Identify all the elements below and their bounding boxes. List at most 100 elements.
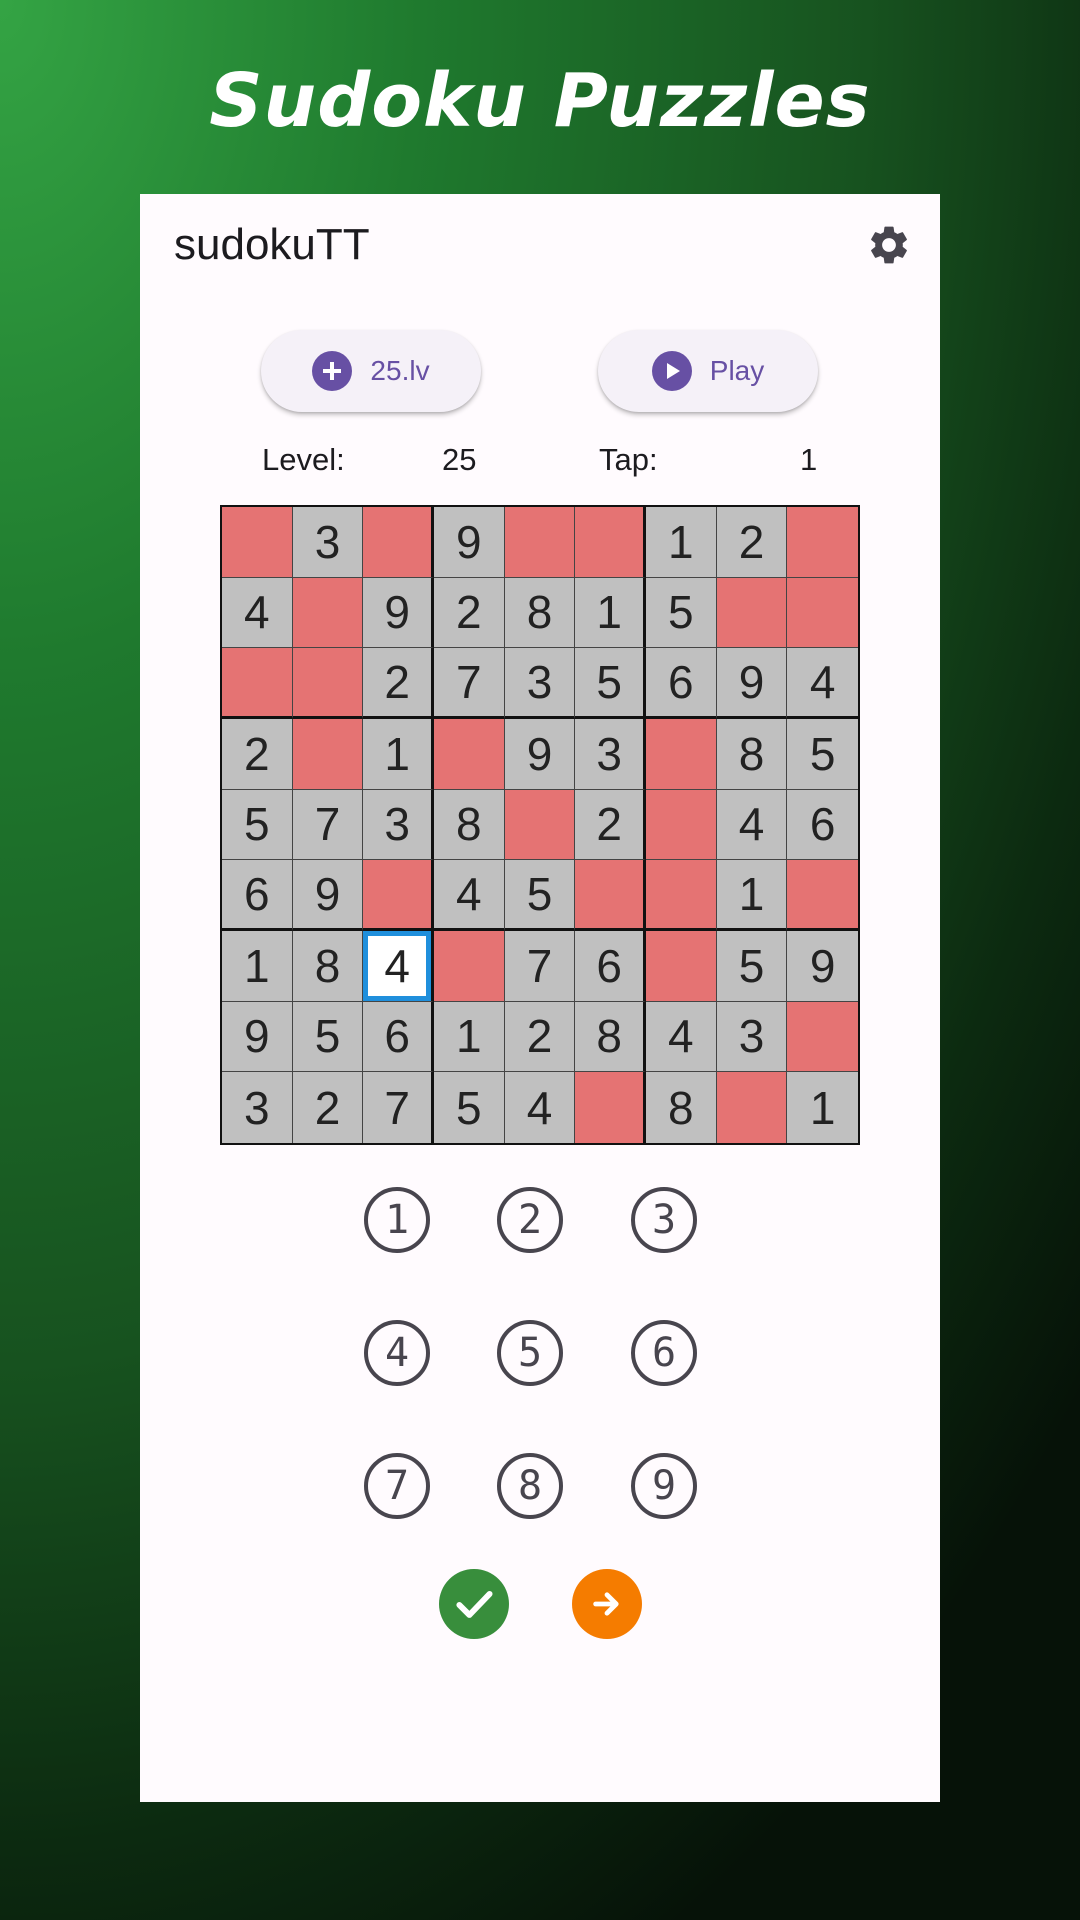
- board-cell[interactable]: 7: [504, 930, 576, 1002]
- board-cell[interactable]: [433, 930, 505, 1002]
- board-cell[interactable]: 1: [575, 577, 646, 649]
- board-cell[interactable]: 4: [222, 577, 293, 649]
- board-cell[interactable]: 7: [292, 789, 364, 861]
- board-cell[interactable]: [292, 718, 364, 790]
- settings-button[interactable]: [866, 222, 912, 268]
- board-cell[interactable]: 6: [787, 789, 858, 861]
- board-cell[interactable]: 2: [363, 648, 434, 719]
- board-cell[interactable]: [504, 507, 576, 578]
- board-cell[interactable]: 8: [645, 1072, 717, 1143]
- board-cell[interactable]: 2: [222, 718, 293, 790]
- board-cell[interactable]: [716, 577, 788, 649]
- board-cell[interactable]: [716, 1072, 788, 1143]
- numpad-button-2[interactable]: 2: [497, 1187, 563, 1253]
- board-cell[interactable]: 2: [504, 1001, 576, 1073]
- board-cell[interactable]: 4: [645, 1001, 717, 1073]
- board-cell[interactable]: 5: [575, 648, 646, 719]
- board-cell[interactable]: [222, 507, 293, 578]
- board-cell[interactable]: 3: [222, 1072, 293, 1143]
- play-circle-icon: [651, 351, 692, 391]
- board-cell[interactable]: 8: [433, 789, 505, 861]
- board-cell[interactable]: 4: [363, 930, 434, 1002]
- numpad-button-8[interactable]: 8: [497, 1453, 563, 1519]
- board-cell[interactable]: 8: [504, 577, 576, 649]
- board-cell[interactable]: [222, 648, 293, 719]
- board-cell[interactable]: 1: [716, 860, 788, 931]
- board-cell[interactable]: 8: [575, 1001, 646, 1073]
- board-cell[interactable]: 9: [363, 577, 434, 649]
- board-cell[interactable]: 6: [575, 930, 646, 1002]
- board-cell[interactable]: [575, 507, 646, 578]
- board-cell[interactable]: 9: [787, 930, 858, 1002]
- board-cell[interactable]: [575, 1072, 646, 1143]
- board-cell[interactable]: 1: [363, 718, 434, 790]
- board-cell[interactable]: 2: [575, 789, 646, 861]
- level-button[interactable]: 25.lv: [261, 330, 481, 412]
- board-cell[interactable]: 5: [433, 1072, 505, 1143]
- board-cell[interactable]: [504, 789, 576, 861]
- numpad-button-9[interactable]: 9: [631, 1453, 697, 1519]
- board-cell[interactable]: 5: [716, 930, 788, 1002]
- board-cell[interactable]: 1: [433, 1001, 505, 1073]
- numpad-button-7[interactable]: 7: [364, 1453, 430, 1519]
- board-cell[interactable]: 9: [433, 507, 505, 578]
- board-cell[interactable]: 5: [787, 718, 858, 790]
- level-label: Level:: [262, 442, 345, 477]
- tap-label: Tap:: [599, 442, 658, 477]
- board-cell[interactable]: 9: [222, 1001, 293, 1073]
- board-cell[interactable]: 9: [292, 860, 364, 931]
- app-title: sudokuTT: [174, 220, 370, 269]
- board-cell[interactable]: [645, 789, 717, 861]
- board-cell[interactable]: [292, 577, 364, 649]
- board-cell[interactable]: 3: [504, 648, 576, 719]
- board-cell[interactable]: 9: [504, 718, 576, 790]
- board-cell[interactable]: 3: [716, 1001, 788, 1073]
- board-cell[interactable]: 6: [645, 648, 717, 719]
- next-button[interactable]: [572, 1569, 642, 1639]
- board-cell[interactable]: 5: [645, 577, 717, 649]
- board-cell[interactable]: 9: [716, 648, 788, 719]
- numpad-button-1[interactable]: 1: [364, 1187, 430, 1253]
- board-cell[interactable]: 4: [787, 648, 858, 719]
- numpad-button-6[interactable]: 6: [631, 1320, 697, 1386]
- board-cell[interactable]: [363, 507, 434, 578]
- board-cell[interactable]: 6: [222, 860, 293, 931]
- board-cell[interactable]: 1: [787, 1072, 858, 1143]
- board-cell[interactable]: [645, 930, 717, 1002]
- board-cell[interactable]: 3: [575, 718, 646, 790]
- numpad-button-5[interactable]: 5: [497, 1320, 563, 1386]
- board-cell[interactable]: [787, 577, 858, 649]
- level-value: 25: [442, 442, 477, 477]
- board-cell[interactable]: 1: [645, 507, 717, 578]
- board-cell[interactable]: 7: [433, 648, 505, 719]
- board-cell[interactable]: 3: [363, 789, 434, 861]
- board-cell[interactable]: 1: [222, 930, 293, 1002]
- board-cell[interactable]: 8: [716, 718, 788, 790]
- board-cell[interactable]: 2: [433, 577, 505, 649]
- board-cell[interactable]: 5: [222, 789, 293, 861]
- play-button[interactable]: Play: [598, 330, 818, 412]
- board-cell[interactable]: [363, 860, 434, 931]
- board-cell[interactable]: 4: [504, 1072, 576, 1143]
- board-cell[interactable]: [787, 1001, 858, 1073]
- board-cell[interactable]: [575, 860, 646, 931]
- board-cell[interactable]: 2: [292, 1072, 364, 1143]
- board-cell[interactable]: [292, 648, 364, 719]
- board-cell[interactable]: [645, 860, 717, 931]
- board-cell[interactable]: [433, 718, 505, 790]
- numpad-button-3[interactable]: 3: [631, 1187, 697, 1253]
- board-cell[interactable]: 3: [292, 507, 364, 578]
- board-cell[interactable]: 7: [363, 1072, 434, 1143]
- board-cell[interactable]: 5: [504, 860, 576, 931]
- board-cell[interactable]: 6: [363, 1001, 434, 1073]
- check-button[interactable]: [439, 1569, 509, 1639]
- board-cell[interactable]: 4: [716, 789, 788, 861]
- board-cell[interactable]: [645, 718, 717, 790]
- board-cell[interactable]: 4: [433, 860, 505, 931]
- board-cell[interactable]: 2: [716, 507, 788, 578]
- board-cell[interactable]: [787, 860, 858, 931]
- board-cell[interactable]: 8: [292, 930, 364, 1002]
- board-cell[interactable]: 5: [292, 1001, 364, 1073]
- board-cell[interactable]: [787, 507, 858, 578]
- numpad-button-4[interactable]: 4: [364, 1320, 430, 1386]
